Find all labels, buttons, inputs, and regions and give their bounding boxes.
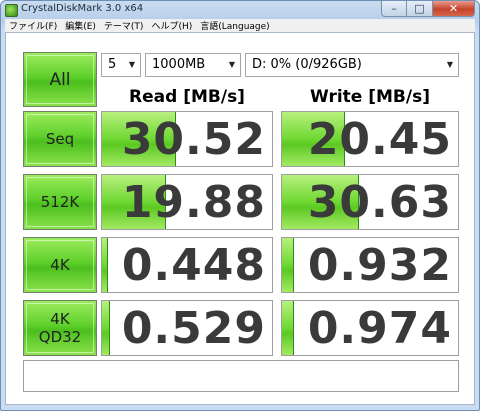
- read-header: Read [MB/s]: [129, 87, 245, 107]
- drive-select[interactable]: D: 0% (0/926GB) ▼: [245, 53, 459, 77]
- read-progress-fill: [102, 238, 108, 292]
- runs-select[interactable]: 5 ▼: [101, 53, 141, 77]
- write-value: 0.932: [307, 240, 452, 291]
- crystaldiskmark-icon: [5, 4, 18, 17]
- menu-help[interactable]: ヘルプ(H): [147, 19, 196, 32]
- read-value: 0.529: [121, 303, 266, 354]
- 4k-qd32-read-value-box: 0.529: [101, 300, 273, 356]
- size-value: 1000MB: [152, 57, 206, 72]
- read-value: 19.88: [121, 177, 266, 228]
- seq-write-value-box: 20.45: [281, 111, 459, 167]
- all-button[interactable]: All: [23, 52, 97, 107]
- close-icon: ✕: [448, 2, 459, 15]
- 512k-write-value-box: 30.63: [281, 174, 459, 230]
- write-progress-fill: [282, 238, 294, 292]
- dropdown-arrow-icon: ▼: [228, 60, 235, 69]
- 4k-test-button[interactable]: 4K: [23, 237, 97, 293]
- read-progress-fill: [102, 301, 110, 355]
- write-progress-fill: [282, 301, 294, 355]
- drive-value: D: 0% (0/926GB): [252, 57, 362, 72]
- write-value: 20.45: [307, 114, 452, 165]
- window-title: CrystalDiskMark 3.0 x64: [21, 3, 144, 14]
- minimize-button[interactable]: –: [381, 1, 407, 17]
- minimize-icon: –: [391, 2, 397, 15]
- 512k-test-button[interactable]: 512K: [23, 174, 97, 230]
- read-value: 0.448: [121, 240, 266, 291]
- 4k-write-value-box: 0.932: [281, 237, 459, 293]
- seq-test-button[interactable]: Seq: [23, 111, 97, 167]
- status-bar: [23, 360, 459, 392]
- 4k-read-value-box: 0.448: [101, 237, 273, 293]
- 4k-qd32-test-button[interactable]: 4K QD32: [23, 300, 97, 356]
- menu-language[interactable]: 言語(Language): [196, 19, 273, 32]
- write-value: 30.63: [307, 177, 452, 228]
- menu-file[interactable]: ファイル(F): [5, 19, 61, 32]
- dropdown-arrow-icon: ▼: [128, 60, 135, 69]
- maximize-icon: □: [414, 2, 425, 15]
- menu-theme[interactable]: テーマ(T): [100, 19, 148, 32]
- 4k-qd32-write-value-box: 0.974: [281, 300, 459, 356]
- runs-value: 5: [108, 57, 117, 72]
- seq-read-value-box: 30.52: [101, 111, 273, 167]
- app-window: CrystalDiskMark 3.0 x64 – □ ✕ ファイル(F) 編集…: [0, 0, 480, 411]
- title-bar[interactable]: CrystalDiskMark 3.0 x64 – □ ✕: [1, 1, 479, 19]
- write-value: 0.974: [307, 303, 452, 354]
- close-button[interactable]: ✕: [433, 1, 475, 17]
- menu-edit[interactable]: 編集(E): [61, 19, 100, 32]
- write-header: Write [MB/s]: [310, 87, 430, 107]
- size-select[interactable]: 1000MB ▼: [145, 53, 241, 77]
- maximize-button[interactable]: □: [407, 1, 433, 17]
- menu-bar: ファイル(F) 編集(E) テーマ(T) ヘルプ(H) 言語(Language): [5, 19, 475, 32]
- read-value: 30.52: [121, 114, 266, 165]
- dropdown-arrow-icon: ▼: [446, 60, 453, 69]
- 512k-read-value-box: 19.88: [101, 174, 273, 230]
